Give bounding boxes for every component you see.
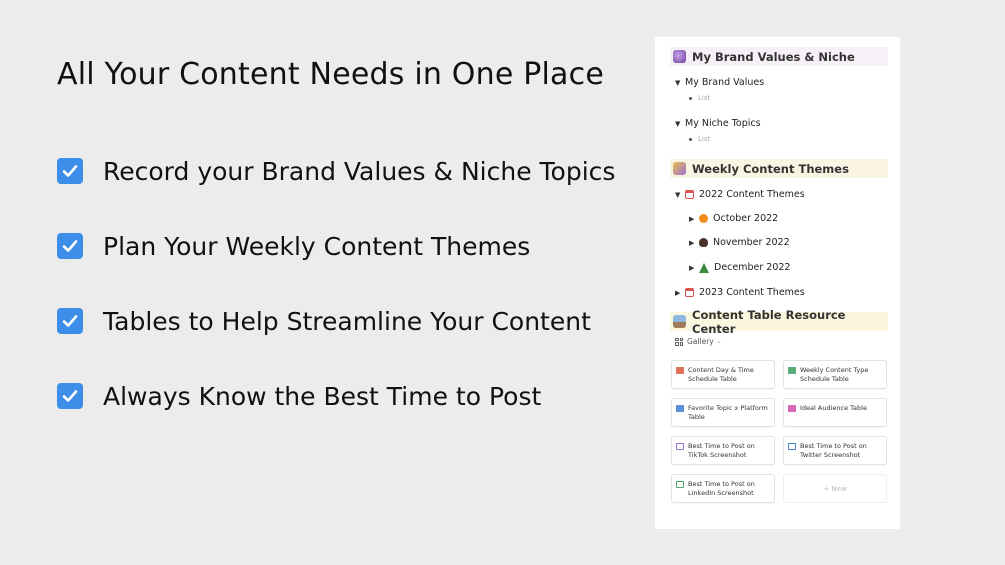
table-icon bbox=[676, 405, 684, 412]
pumpkin-icon bbox=[699, 214, 708, 223]
gallery-card-title: Best Time to Post on Twitter Screenshot bbox=[800, 442, 867, 459]
feature-text: Tables to Help Streamline Your Content bbox=[103, 306, 591, 336]
triangle-down-icon[interactable]: ▼ bbox=[675, 79, 685, 87]
triangle-right-icon[interactable]: ▶ bbox=[689, 239, 699, 247]
toggle-label: My Niche Topics bbox=[685, 118, 761, 129]
toggle-november-2022[interactable]: ▶ November 2022 bbox=[689, 237, 790, 248]
gallery-card[interactable]: Content Day & Time Schedule Table bbox=[671, 360, 775, 389]
resource-section-title: Content Table Resource Center bbox=[692, 307, 846, 336]
triangle-down-icon[interactable]: ▼ bbox=[675, 120, 685, 128]
gallery-card-title: Best Time to Post on TikTok Screenshot bbox=[688, 442, 755, 459]
chevron-down-icon: ⌄ bbox=[716, 338, 722, 345]
feature-text: Plan Your Weekly Content Themes bbox=[103, 231, 531, 261]
triangle-right-icon[interactable]: ▶ bbox=[689, 215, 699, 223]
feature-list: Record your Brand Values & Niche Topics … bbox=[57, 153, 615, 453]
toggle-brand-values[interactable]: ▼ My Brand Values bbox=[675, 77, 764, 88]
toggle-label: 2023 Content Themes bbox=[699, 287, 805, 298]
gallery-card[interactable]: Favorite Topic x Platform Table bbox=[671, 398, 775, 427]
image-icon bbox=[676, 481, 684, 488]
calendar-icon bbox=[685, 190, 694, 199]
gallery-card[interactable]: Best Time to Post on TikTok Screenshot bbox=[671, 436, 775, 465]
gallery-card-title: Favorite Topic x Platform Table bbox=[688, 404, 768, 421]
list-item-text: List bbox=[698, 94, 711, 102]
feature-item: Always Know the Best Time to Post bbox=[57, 378, 615, 414]
crystal-ball-icon bbox=[673, 50, 686, 63]
gallery-view-switcher[interactable]: Gallery ⌄ bbox=[675, 337, 722, 346]
gallery-grid-icon bbox=[675, 337, 683, 346]
toggle-label: My Brand Values bbox=[685, 77, 765, 88]
toggle-december-2022[interactable]: ▶ December 2022 bbox=[689, 262, 790, 273]
toggle-niche-topics[interactable]: ▼ My Niche Topics bbox=[675, 118, 761, 129]
triangle-down-icon[interactable]: ▼ bbox=[675, 191, 685, 199]
gallery-card[interactable]: Ideal Audience Table bbox=[783, 398, 887, 427]
christmas-tree-icon bbox=[699, 262, 709, 273]
list-item: List bbox=[689, 94, 710, 102]
toggle-2023-themes[interactable]: ▶ 2023 Content Themes bbox=[675, 287, 805, 298]
checkbox-checked-icon bbox=[57, 158, 83, 184]
school-building-icon bbox=[673, 315, 686, 328]
page-headline: All Your Content Needs in One Place bbox=[57, 57, 604, 92]
image-icon bbox=[788, 443, 796, 450]
palette-icon bbox=[673, 162, 686, 175]
toggle-label: 2022 Content Themes bbox=[699, 189, 805, 200]
feature-item: Record your Brand Values & Niche Topics bbox=[57, 153, 615, 189]
gallery-card[interactable]: Weekly Content Type Schedule Table bbox=[783, 360, 887, 389]
checkbox-checked-icon bbox=[57, 308, 83, 334]
brand-section-title: My Brand Values & Niche bbox=[692, 49, 855, 64]
notion-page-preview: My Brand Values & Niche ▼ My Brand Value… bbox=[655, 37, 900, 529]
gallery-view-label: Gallery bbox=[687, 337, 714, 346]
image-icon bbox=[676, 443, 684, 450]
toggle-label: November 2022 bbox=[713, 237, 790, 248]
gallery-card-title: Ideal Audience Table bbox=[800, 404, 867, 412]
brand-section-header[interactable]: My Brand Values & Niche bbox=[670, 47, 888, 66]
triangle-right-icon[interactable]: ▶ bbox=[675, 289, 685, 297]
weekly-section-title: Weekly Content Themes bbox=[692, 161, 849, 176]
list-item-text: List bbox=[698, 135, 711, 143]
triangle-right-icon[interactable]: ▶ bbox=[689, 264, 699, 272]
feature-item: Plan Your Weekly Content Themes bbox=[57, 228, 615, 264]
gallery-card[interactable]: Best Time to Post on LinkedIn Screenshot bbox=[671, 474, 775, 503]
turkey-icon bbox=[699, 238, 708, 247]
gallery-card-title: Content Day & Time Schedule Table bbox=[688, 366, 754, 383]
toggle-october-2022[interactable]: ▶ October 2022 bbox=[689, 213, 778, 224]
table-icon bbox=[676, 367, 684, 374]
new-card-label: + New bbox=[823, 484, 847, 493]
feature-item: Tables to Help Streamline Your Content bbox=[57, 303, 615, 339]
feature-text: Record your Brand Values & Niche Topics bbox=[103, 156, 616, 186]
toggle-label: December 2022 bbox=[714, 262, 791, 273]
toggle-2022-themes[interactable]: ▼ 2022 Content Themes bbox=[675, 189, 805, 200]
new-card-button[interactable]: + New bbox=[783, 474, 887, 503]
gallery-card-title: Best Time to Post on LinkedIn Screenshot bbox=[688, 480, 755, 497]
calendar-icon bbox=[685, 288, 694, 297]
gallery-card[interactable]: Best Time to Post on Twitter Screenshot bbox=[783, 436, 887, 465]
table-icon bbox=[788, 367, 796, 374]
checkbox-checked-icon bbox=[57, 233, 83, 259]
bullet-icon bbox=[689, 96, 692, 100]
toggle-label: October 2022 bbox=[713, 213, 779, 224]
table-icon bbox=[788, 405, 796, 412]
resource-section-header[interactable]: Content Table Resource Center bbox=[670, 308, 888, 336]
bullet-icon bbox=[689, 137, 692, 141]
weekly-section-header[interactable]: Weekly Content Themes bbox=[670, 159, 888, 178]
checkbox-checked-icon bbox=[57, 383, 83, 409]
gallery-card-title: Weekly Content Type Schedule Table bbox=[800, 366, 869, 383]
list-item: List bbox=[689, 135, 710, 143]
feature-text: Always Know the Best Time to Post bbox=[103, 381, 542, 411]
